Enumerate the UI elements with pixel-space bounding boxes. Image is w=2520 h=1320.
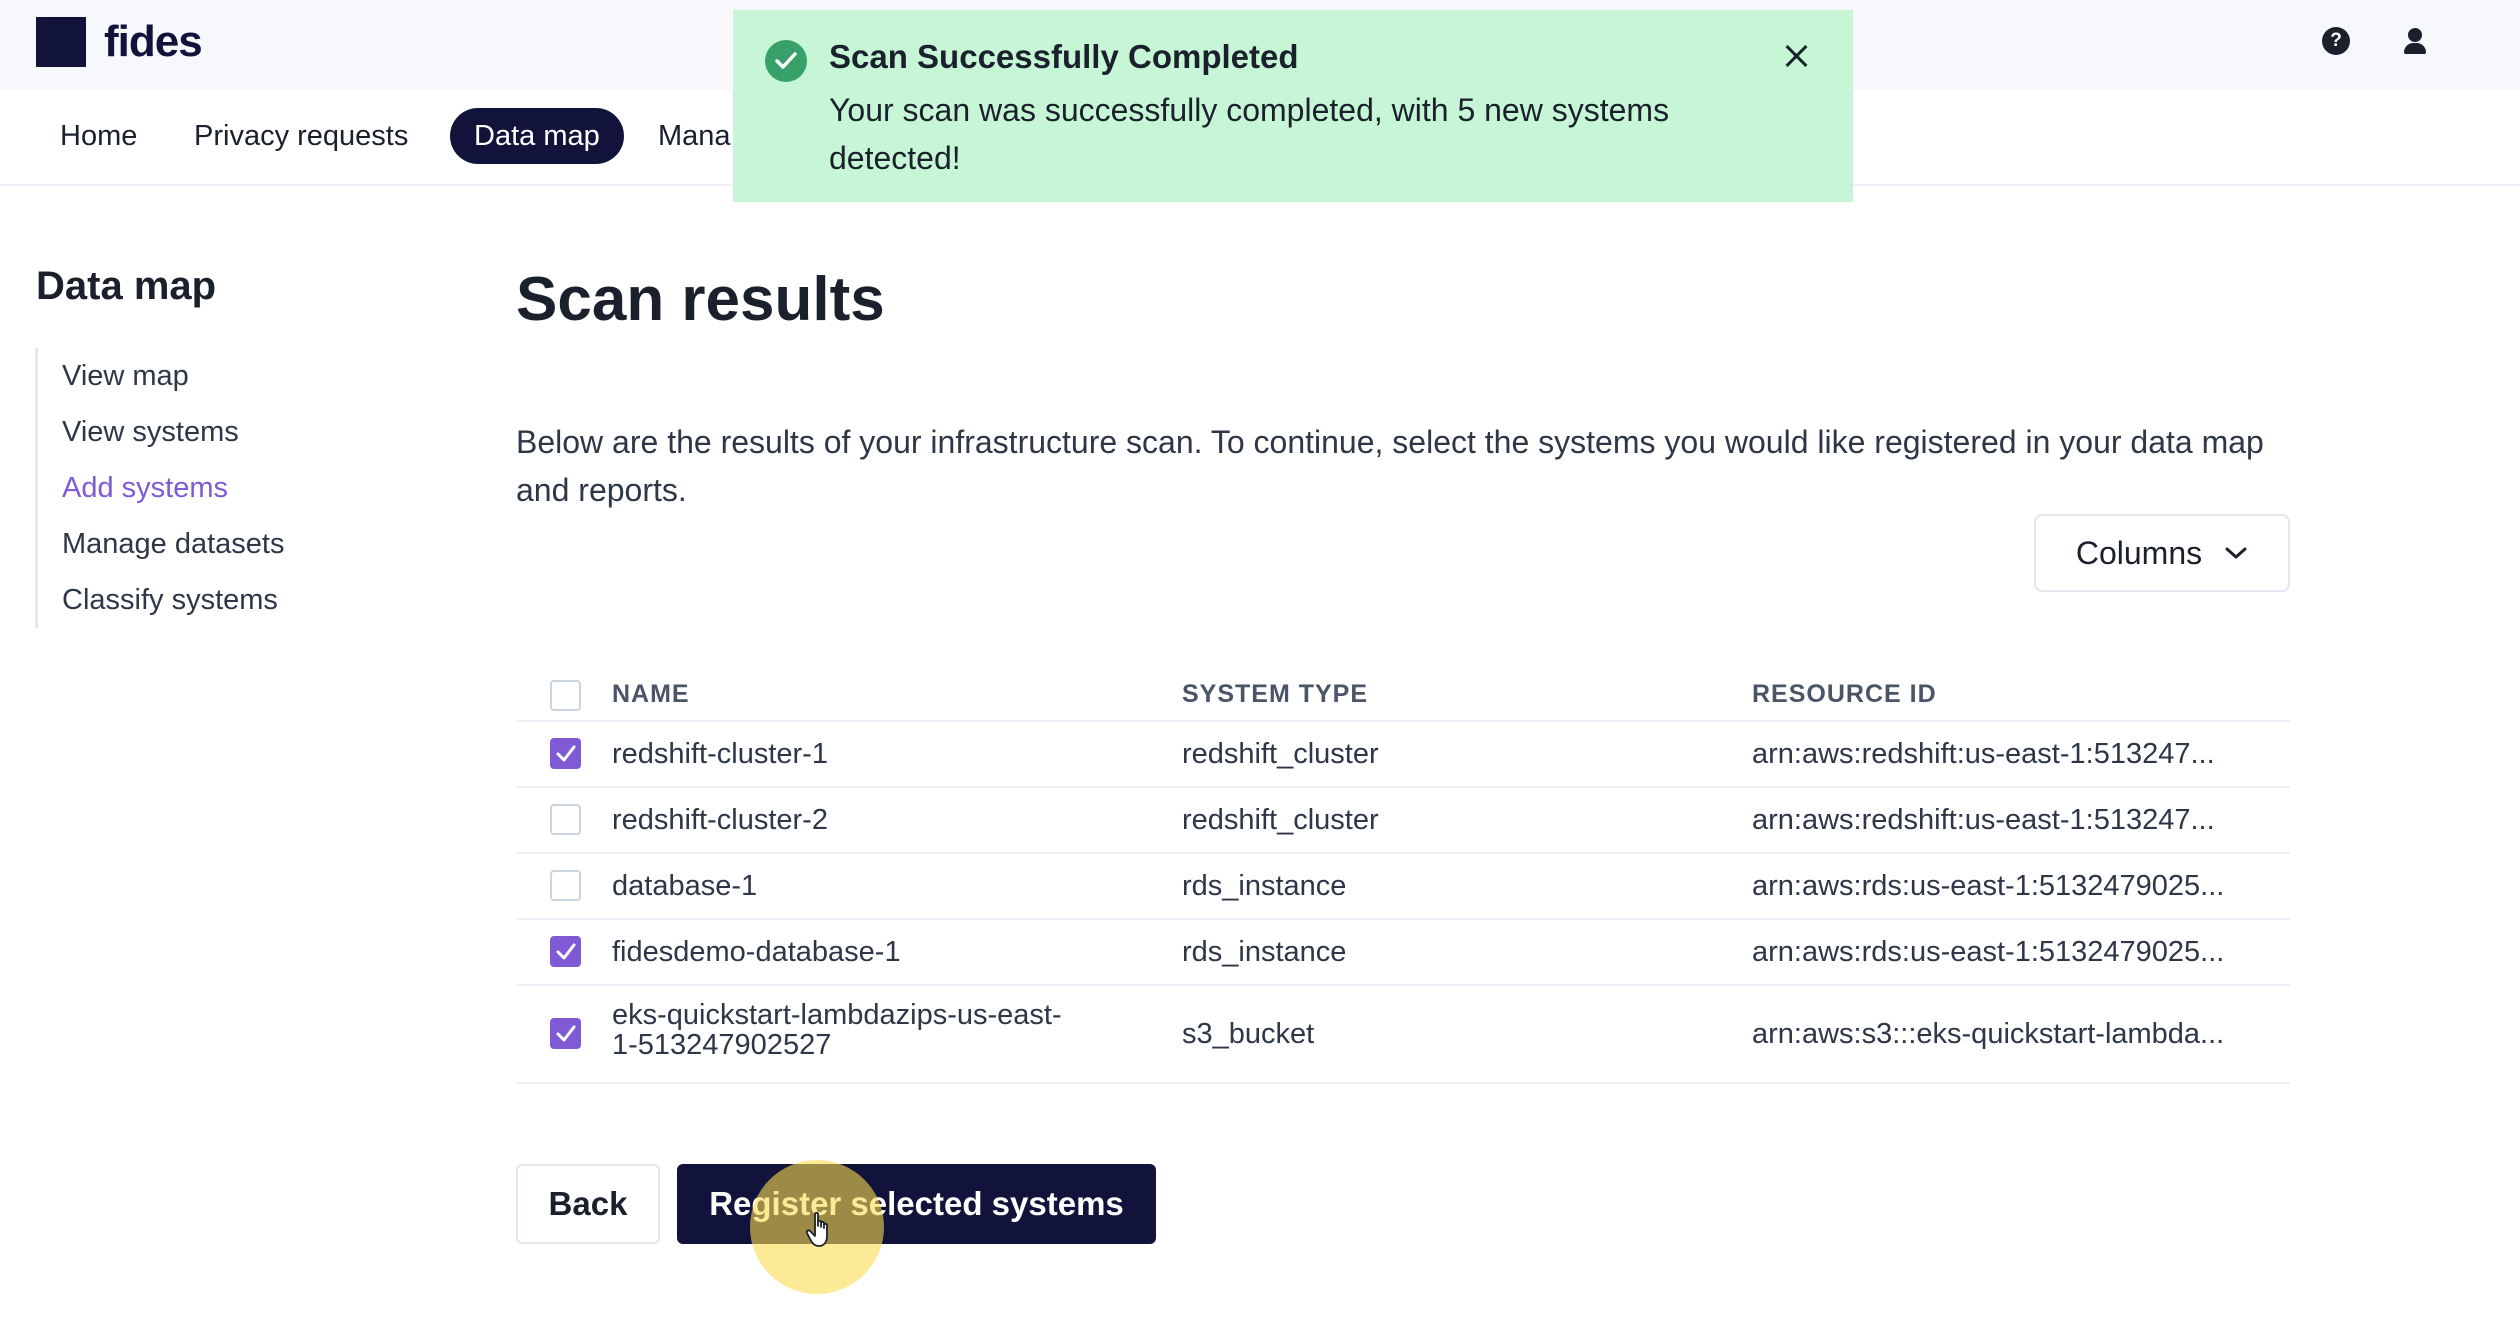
checkmark-icon [556,745,576,762]
row-system-type: s3_bucket [1182,1018,1315,1050]
row-resource-id: arn:aws:redshift:us-east-1:513247... [1752,804,2215,836]
sidebar-item-view-map[interactable]: View map [38,348,284,404]
row-checkbox[interactable] [550,1018,581,1049]
columns-button[interactable]: Columns [2034,514,2290,592]
hand-cursor-icon [806,1212,828,1247]
header-actions: ? [2322,26,2430,56]
success-toast: Scan Successfully Completed Your scan wa… [733,10,1853,202]
sidebar-item-classify-systems[interactable]: Classify systems [38,572,284,628]
check-circle-icon [765,40,807,82]
row-resource-id: arn:aws:rds:us-east-1:5132479025... [1752,936,2225,968]
row-name: database-1 [612,870,758,902]
nav-item-home[interactable]: Home [36,108,161,164]
row-name: redshift-cluster-2 [612,804,828,836]
row-name-line-2: 1-513247902527 [612,1029,832,1061]
sidebar-item-manage-datasets[interactable]: Manage datasets [38,516,284,572]
intro-text: Below are the results of your infrastruc… [516,424,2264,508]
page-title: Scan results [516,265,885,334]
sidebar-item-add-systems[interactable]: Add systems [38,460,284,516]
help-icon[interactable]: ? [2322,27,2350,55]
column-header-system-type[interactable]: SYSTEM TYPE [1182,680,1368,709]
table-row[interactable]: redshift-cluster-2 redshift_cluster arn:… [516,788,2290,854]
checkmark-icon [556,943,576,960]
toast-message: Your scan was successfully completed, wi… [829,92,1670,176]
chevron-down-icon [2225,547,2247,559]
row-name: fidesdemo-database-1 [612,936,901,968]
row-checkbox[interactable] [550,738,581,769]
checkmark-icon [556,1025,576,1042]
register-selected-systems-button[interactable]: Register selected systems [677,1164,1156,1244]
row-resource-id: arn:aws:s3:::eks-quickstart-lambda... [1752,1018,2225,1050]
scan-results-table: NAME SYSTEM TYPE RESOURCE ID redshift-cl… [516,668,2290,1084]
select-all-checkbox[interactable] [550,680,581,711]
nav-item-data-map[interactable]: Data map [450,108,624,164]
column-header-resource-id[interactable]: RESOURCE ID [1752,680,1937,709]
row-checkbox[interactable] [550,804,581,835]
table-header: NAME SYSTEM TYPE RESOURCE ID [516,668,2290,722]
toast-title: Scan Successfully Completed [829,38,1299,75]
sidebar-title: Data map [36,264,217,308]
table-row[interactable]: fidesdemo-database-1 rds_instance arn:aw… [516,920,2290,986]
table-row[interactable]: eks-quickstart-lambdazips-us-east- 1-513… [516,986,2290,1084]
row-resource-id: arn:aws:redshift:us-east-1:513247... [1752,738,2215,770]
row-resource-id: arn:aws:rds:us-east-1:5132479025... [1752,870,2225,902]
column-header-name[interactable]: NAME [612,680,690,709]
row-system-type: rds_instance [1182,870,1347,902]
row-name: eks-quickstart-lambdazips-us-east- 1-513… [612,1000,1062,1060]
sidebar-nav: View map View systems Add systems Manage… [35,348,284,628]
close-icon[interactable] [1779,38,1815,74]
nav-item-privacy-requests[interactable]: Privacy requests [170,108,432,164]
table-row[interactable]: database-1 rds_instance arn:aws:rds:us-e… [516,854,2290,920]
fides-logo[interactable]: fides [36,17,203,67]
row-name: redshift-cluster-1 [612,738,828,770]
row-system-type: rds_instance [1182,936,1347,968]
row-name-line-1: eks-quickstart-lambdazips-us-east- [612,999,1062,1031]
columns-button-label: Columns [2075,534,2203,571]
logo-mark [36,17,86,67]
table-row[interactable]: redshift-cluster-1 redshift_cluster arn:… [516,722,2290,788]
row-system-type: redshift_cluster [1182,804,1379,836]
row-checkbox[interactable] [550,936,581,967]
row-system-type: redshift_cluster [1182,738,1379,770]
row-checkbox[interactable] [550,870,581,901]
back-button[interactable]: Back [516,1164,660,1244]
logo-text: fides [104,17,203,66]
sidebar-item-view-systems[interactable]: View systems [38,404,284,460]
user-icon[interactable] [2400,26,2430,56]
